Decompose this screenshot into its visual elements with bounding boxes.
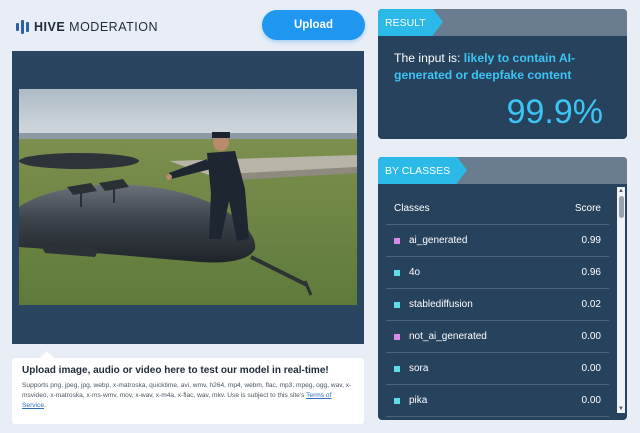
result-verdict: The input is: likely to contain AI-gener…: [394, 51, 576, 83]
classes-panel: BY CLASSES Classes Score ai_generated 0.…: [378, 157, 627, 420]
upload-instructions-title: Upload image, audio or video here to tes…: [22, 365, 329, 376]
classes-scrollbar[interactable]: ▲ ▼: [617, 187, 625, 413]
class-color-swatch: [394, 333, 400, 340]
table-row: sora 0.00: [386, 353, 609, 385]
hive-moderation-logo[interactable]: HIVE MODERATION: [16, 20, 158, 34]
classes-tag: BY CLASSES: [378, 157, 468, 184]
column-header-classes: Classes: [394, 203, 430, 214]
result-header: RESULT: [378, 9, 627, 36]
class-color-swatch: [394, 237, 400, 244]
result-tag: RESULT: [378, 9, 443, 36]
classes-table: Classes Score ai_generated 0.99 4o 0.96 …: [386, 193, 609, 417]
hive-logo-icon: [16, 20, 29, 34]
result-score: 99.9%: [506, 93, 603, 131]
result-panel: RESULT The input is: likely to contain A…: [378, 9, 627, 139]
table-header: Classes Score: [386, 193, 609, 225]
scroll-down-icon[interactable]: ▼: [617, 405, 625, 413]
upload-button[interactable]: Upload: [262, 10, 365, 40]
classes-header: BY CLASSES: [378, 157, 627, 184]
table-row: not_ai_generated 0.00: [386, 321, 609, 353]
table-row: stablediffusion 0.02: [386, 289, 609, 321]
upload-instructions: Upload image, audio or video here to tes…: [12, 351, 364, 424]
column-header-score: Score: [574, 203, 601, 214]
class-color-swatch: [394, 365, 400, 372]
table-row: 4o 0.96: [386, 257, 609, 289]
table-row: ai_generated 0.99: [386, 225, 609, 257]
logo-text: HIVE MODERATION: [34, 20, 158, 34]
scroll-thumb[interactable]: [618, 196, 624, 218]
scroll-up-icon[interactable]: ▲: [617, 187, 625, 195]
supported-formats-text: Supports png, jpeg, jpg, webp, x-matrosk…: [22, 382, 352, 409]
media-preview-panel[interactable]: [12, 51, 364, 344]
class-color-swatch: [394, 301, 400, 308]
table-row: pika 0.00: [386, 385, 609, 417]
class-color-swatch: [394, 397, 400, 404]
class-color-swatch: [394, 269, 400, 276]
uploaded-image: [19, 89, 357, 305]
